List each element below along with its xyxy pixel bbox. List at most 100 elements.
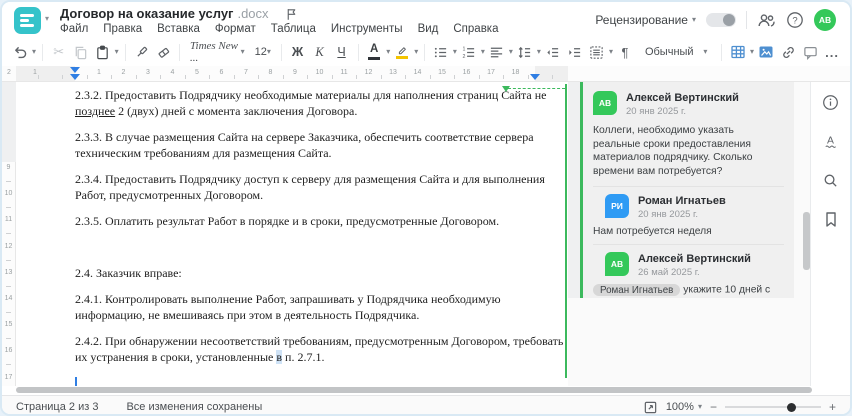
show-formatting-marks-button[interactable]: ¶ <box>615 41 635 63</box>
menu-item-6[interactable]: Инструменты <box>331 23 403 35</box>
vertical-ruler[interactable]: 91011121314151617181920 <box>2 162 16 386</box>
text-run: 2.4. Заказчик вправе: <box>75 266 182 280</box>
mention-chip[interactable]: Роман Игнатьев <box>593 284 681 296</box>
text-run: п. 2.7.1. <box>282 350 325 364</box>
text-run: информацию, не вмешиваясь при этом в дея… <box>75 308 420 322</box>
menu-item-1[interactable]: Файл <box>60 23 88 35</box>
bookmark-icon[interactable] <box>823 211 839 228</box>
help-icon[interactable]: ? <box>786 11 804 29</box>
zoom-slider[interactable] <box>724 402 821 412</box>
document-text[interactable]: 2.3.2. Предоставить Подрядчику необходим… <box>75 87 567 386</box>
reply-header: РИ Роман Игнатьев 20 янв 2025 г. <box>605 194 784 220</box>
zoom-in-button[interactable]: + <box>829 400 836 414</box>
line-spacing-button[interactable] <box>515 41 535 63</box>
font-color-button[interactable]: А <box>364 41 384 63</box>
ruler-tick <box>111 75 113 79</box>
italic-button[interactable]: К <box>310 41 330 63</box>
paragraph-settings-caret-icon[interactable]: ▾ <box>609 48 613 56</box>
chevron-down-icon: ▾ <box>691 15 696 24</box>
bullet-list-button[interactable] <box>431 41 451 63</box>
comment-reply[interactable]: РИ Роман Игнатьев 20 янв 2025 г. Нам потреб… <box>593 186 784 237</box>
table-caret-icon[interactable]: ▾ <box>750 48 754 56</box>
bold-button[interactable]: Ж <box>288 41 308 63</box>
paste-caret-icon[interactable]: ▾ <box>115 48 119 56</box>
ruler-tick <box>184 75 186 79</box>
comment-author-name: Алексей Вертинский <box>626 92 739 104</box>
zoom-level-select[interactable]: 100% ▾ <box>666 401 702 413</box>
page-indicator: Страница 2 из 3 <box>16 401 99 413</box>
left-indent-marker[interactable] <box>70 67 80 73</box>
search-icon[interactable] <box>822 172 839 189</box>
menu-item-7[interactable]: Вид <box>418 23 439 35</box>
font-family-select[interactable]: Times New ... ▾ <box>186 40 249 64</box>
menu-bar: Файл Правка Вставка Формат Таблица Инструмент… <box>60 23 499 35</box>
font-color-caret-icon[interactable]: ▾ <box>386 48 390 56</box>
insert-image-button[interactable] <box>756 41 776 63</box>
spellcheck-icon[interactable]: А <box>822 133 839 150</box>
text-run: 2 (двух) дней с момента заключения Догов… <box>115 104 358 118</box>
paste-button[interactable] <box>93 41 113 63</box>
review-mode-dropdown[interactable]: Рецензирование ▾ <box>595 13 696 27</box>
comment-thread[interactable]: АВ Алексей Вертинский 20 янв 2025 г. Кол… <box>580 82 794 298</box>
copy-button[interactable] <box>71 41 91 63</box>
bullet-list-caret-icon[interactable]: ▾ <box>453 48 457 56</box>
comment-reply[interactable]: АВ Алексей Вертинский 26 май 2025 г. Роман … <box>593 244 784 298</box>
ruler-number: 2 <box>121 69 126 76</box>
insert-comment-button[interactable] <box>800 41 820 63</box>
highlight-caret-icon[interactable]: ▾ <box>414 48 418 56</box>
ruler-tick <box>380 75 382 79</box>
ruler-number: 9 <box>293 69 297 76</box>
comments-scrollbar[interactable] <box>803 212 810 270</box>
menu-item-8[interactable]: Справка <box>453 23 498 35</box>
underline-button[interactable]: Ч <box>332 41 352 63</box>
decrease-indent-button[interactable] <box>543 41 563 63</box>
align-left-button[interactable] <box>487 41 507 63</box>
paragraph-settings-button[interactable] <box>587 41 607 63</box>
menu-item-3[interactable]: Вставка <box>157 23 200 35</box>
collaboration-icon[interactable] <box>757 12 776 29</box>
menu-item-4[interactable]: Формат <box>215 23 256 35</box>
hanging-indent-marker[interactable] <box>70 74 80 80</box>
numbered-list-button[interactable]: 1 2 <box>459 41 479 63</box>
highlight-color-button[interactable] <box>392 41 412 63</box>
header: ▾ Договор на оказание услуг .docx Файл Пр… <box>2 2 850 38</box>
app-menu-caret-icon[interactable]: ▾ <box>45 14 49 23</box>
user-avatar[interactable]: АВ <box>814 9 836 31</box>
ruler-number: 4 <box>170 69 175 76</box>
cut-button[interactable]: ✂ <box>49 41 69 63</box>
undo-button[interactable] <box>10 41 30 63</box>
line-spacing-caret-icon[interactable]: ▾ <box>537 48 541 56</box>
zoom-out-button[interactable]: − <box>710 400 717 414</box>
reply-author-name: Алексей Вертинский <box>638 253 751 265</box>
insert-link-button[interactable] <box>778 41 798 63</box>
ruler-number: 14 <box>413 69 422 76</box>
ruler-tick <box>6 233 11 235</box>
right-indent-marker[interactable] <box>530 74 540 80</box>
info-icon[interactable] <box>822 94 839 111</box>
undo-caret-icon[interactable]: ▾ <box>32 48 36 56</box>
format-painter-icon[interactable] <box>131 41 151 63</box>
menu-item-2[interactable]: Правка <box>103 23 142 35</box>
paragraph-style-select[interactable]: Обычный ▾ <box>641 41 711 63</box>
document-page[interactable]: 2.3.2. Предоставить Подрядчику необходим… <box>16 82 568 386</box>
zoom-slider-knob[interactable] <box>786 402 796 412</box>
reply-text: Роман Игнатьев укажите 10 дней с запасом <box>593 284 784 298</box>
document-canvas[interactable]: 2.3.2. Предоставить Подрядчику необходим… <box>2 82 850 386</box>
review-toggle[interactable] <box>706 13 736 27</box>
flag-icon[interactable] <box>285 7 298 21</box>
app-logo-icon[interactable] <box>14 7 41 34</box>
font-size-select[interactable]: 12 ▾ <box>251 41 275 63</box>
more-tools-button[interactable]: ... <box>822 41 842 63</box>
paragraph <box>75 239 567 255</box>
horizontal-ruler[interactable]: 2 1 1 2 3 4 5 6 7 8 9 10 11 12 13 14 15 16 17 18 <box>2 66 850 82</box>
clear-formatting-icon[interactable] <box>153 41 173 63</box>
insert-table-button[interactable] <box>728 41 748 63</box>
comment-anchor-icon <box>502 86 510 92</box>
increase-indent-button[interactable] <box>565 41 585 63</box>
align-caret-icon[interactable]: ▾ <box>509 48 513 56</box>
numbered-list-caret-icon[interactable]: ▾ <box>481 48 485 56</box>
ruler-tick <box>429 75 431 79</box>
horizontal-scrollbar[interactable] <box>16 387 812 393</box>
menu-item-5[interactable]: Таблица <box>271 23 316 35</box>
fit-page-icon[interactable] <box>643 400 658 415</box>
